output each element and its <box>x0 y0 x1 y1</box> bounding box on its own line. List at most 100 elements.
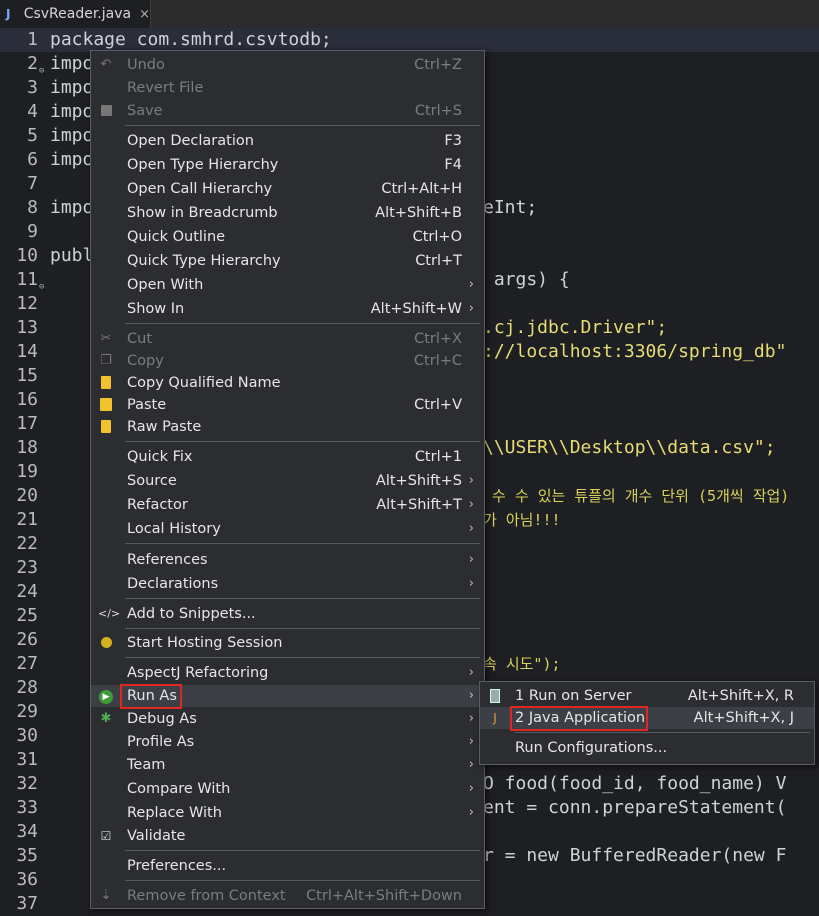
menu-item-replace-with[interactable]: Replace With › <box>91 802 484 824</box>
code-text-visible: ://localhost:3306/spring_db" <box>483 341 787 362</box>
chevron-right-icon: › <box>468 757 474 772</box>
chevron-right-icon: › <box>468 665 474 680</box>
code-text: impo <box>50 77 94 98</box>
menu-item-references[interactable]: References › <box>91 549 484 571</box>
line-number: 25 <box>16 605 38 626</box>
menu-item-copy-qualified-name[interactable]: Copy Qualified Name <box>91 372 484 394</box>
line-number: 1 <box>27 29 38 50</box>
line-number: 35 <box>16 845 38 866</box>
undo-icon: ↶ <box>100 57 112 72</box>
menu-item-remove-from-context[interactable]: ⇣ Remove from Context Ctrl+Alt+Shift+Dow… <box>91 885 484 907</box>
run-as-submenu: 1 Run on Server Alt+Shift+X, R J 2 Java … <box>479 681 815 765</box>
menu-separator <box>125 125 480 126</box>
menu-item-revert-file[interactable]: Revert File <box>91 77 484 99</box>
line-number: 23 <box>16 557 38 578</box>
close-icon[interactable]: × <box>139 7 150 22</box>
code-text-visible: \\USER\\Desktop\\data.csv"; <box>483 437 776 458</box>
chevron-right-icon: › <box>468 473 474 488</box>
menu-item-add-to-snippets[interactable]: </> Add to Snippets... <box>91 603 484 625</box>
menu-item-open-with[interactable]: Open With › <box>91 274 484 296</box>
run-icon: ▶ <box>98 688 114 704</box>
chevron-right-icon: › <box>468 711 474 726</box>
line-number: 12 <box>16 293 38 314</box>
menu-item-cut[interactable]: ✂ Cut Ctrl+X <box>91 328 484 350</box>
highlight-box-run-as <box>120 684 182 709</box>
line-number: 11 <box>16 269 38 290</box>
menu-item-open-type-hierarchy[interactable]: Open Type Hierarchy F4 <box>91 154 484 176</box>
line-number: 30 <box>16 725 38 746</box>
menu-item-compare-with[interactable]: Compare With › <box>91 778 484 800</box>
code-text-visible: r = new BufferedReader(new F <box>483 845 787 866</box>
menu-item-quick-outline[interactable]: Quick Outline Ctrl+O <box>91 226 484 248</box>
menu-item-validate[interactable]: ☑ Validate <box>91 825 484 847</box>
menu-item-debug-as[interactable]: ✱ Debug As › <box>91 708 484 730</box>
menu-item-open-call-hierarchy[interactable]: Open Call Hierarchy Ctrl+Alt+H <box>91 178 484 200</box>
line-number: 37 <box>16 893 38 914</box>
menu-separator <box>125 657 480 658</box>
context-menu: ↶ Undo Ctrl+Z Revert File Save Ctrl+S Op… <box>90 50 485 909</box>
menu-item-profile-as[interactable]: Profile As › <box>91 731 484 753</box>
menu-item-raw-paste[interactable]: Raw Paste <box>91 416 484 438</box>
checkbox-checked-icon: ☑ <box>100 829 112 843</box>
line-number: 27 <box>16 653 38 674</box>
submenu-item-run-configurations[interactable]: Run Configurations... <box>480 737 814 759</box>
menu-separator <box>125 598 480 599</box>
line-number: 24 <box>16 581 38 602</box>
code-text-visible: 가 아님!!! <box>483 511 561 529</box>
menu-item-declarations[interactable]: Declarations › <box>91 573 484 595</box>
line-number: 18 <box>16 437 38 458</box>
code-text: impo <box>50 125 94 146</box>
menu-separator <box>125 441 480 442</box>
tab-csvreader[interactable]: J CsvReader.java × <box>0 0 151 28</box>
menu-item-source[interactable]: Source Alt+Shift+S › <box>91 470 484 492</box>
code-text-visible: .cj.jdbc.Driver"; <box>483 317 668 338</box>
line-number: 16 <box>16 389 38 410</box>
menu-item-copy[interactable]: ❐ Copy Ctrl+C <box>91 350 484 372</box>
line-number: 31 <box>16 749 38 770</box>
menu-item-undo[interactable]: ↶ Undo Ctrl+Z <box>91 54 484 76</box>
menu-item-save[interactable]: Save Ctrl+S <box>91 100 484 122</box>
submenu-item-run-on-server[interactable]: 1 Run on Server Alt+Shift+X, R <box>480 685 814 707</box>
menu-item-preferences[interactable]: Preferences... <box>91 855 484 877</box>
line-number: 4 <box>27 101 38 122</box>
line-number: 10 <box>16 245 38 266</box>
chevron-right-icon: › <box>468 552 474 567</box>
line-number: 3 <box>27 77 38 98</box>
menu-item-local-history[interactable]: Local History › <box>91 518 484 540</box>
menu-item-show-in-breadcrumb[interactable]: Show in Breadcrumb Alt+Shift+B <box>91 202 484 224</box>
code-text: impo <box>50 53 94 74</box>
line-number: 8 <box>27 197 38 218</box>
chevron-right-icon: › <box>468 805 474 820</box>
java-file-icon: J <box>6 7 11 21</box>
line-number: 13 <box>16 317 38 338</box>
line-number: 22 <box>16 533 38 554</box>
menu-item-show-in[interactable]: Show In Alt+Shift+W › <box>91 298 484 320</box>
clipboard-icon <box>98 375 114 391</box>
chevron-right-icon: › <box>468 497 474 512</box>
menu-separator <box>125 543 480 544</box>
menu-item-quick-type-hierarchy[interactable]: Quick Type Hierarchy Ctrl+T <box>91 250 484 272</box>
chevron-right-icon: › <box>468 781 474 796</box>
menu-separator <box>514 732 810 733</box>
line-number: 36 <box>16 869 38 890</box>
code-text-visible: ent = conn.prepareStatement( <box>483 797 787 818</box>
line-number: 6 <box>27 149 38 170</box>
menu-item-team[interactable]: Team › <box>91 754 484 776</box>
line-number: 34 <box>16 821 38 842</box>
menu-item-refactor[interactable]: Refactor Alt+Shift+T › <box>91 494 484 516</box>
menu-separator <box>125 628 480 629</box>
menu-item-open-declaration[interactable]: Open Declaration F3 <box>91 130 484 152</box>
line-number: 21 <box>16 509 38 530</box>
hosting-session-icon <box>98 635 114 651</box>
menu-item-start-hosting-session[interactable]: Start Hosting Session <box>91 632 484 654</box>
line-number: 29 <box>16 701 38 722</box>
code-text-visible: args) { <box>483 269 570 290</box>
menu-item-quick-fix[interactable]: Quick Fix Ctrl+1 <box>91 446 484 468</box>
code-text: impo <box>50 197 94 218</box>
menu-item-paste[interactable]: Paste Ctrl+V <box>91 394 484 416</box>
java-application-icon: J <box>493 711 497 725</box>
editor-tab-bar: J CsvReader.java × <box>0 0 819 29</box>
menu-item-aspectj-refactoring[interactable]: AspectJ Refactoring › <box>91 662 484 684</box>
chevron-right-icon: › <box>468 688 474 703</box>
code-text-visible: 속 시도"); <box>483 655 561 673</box>
